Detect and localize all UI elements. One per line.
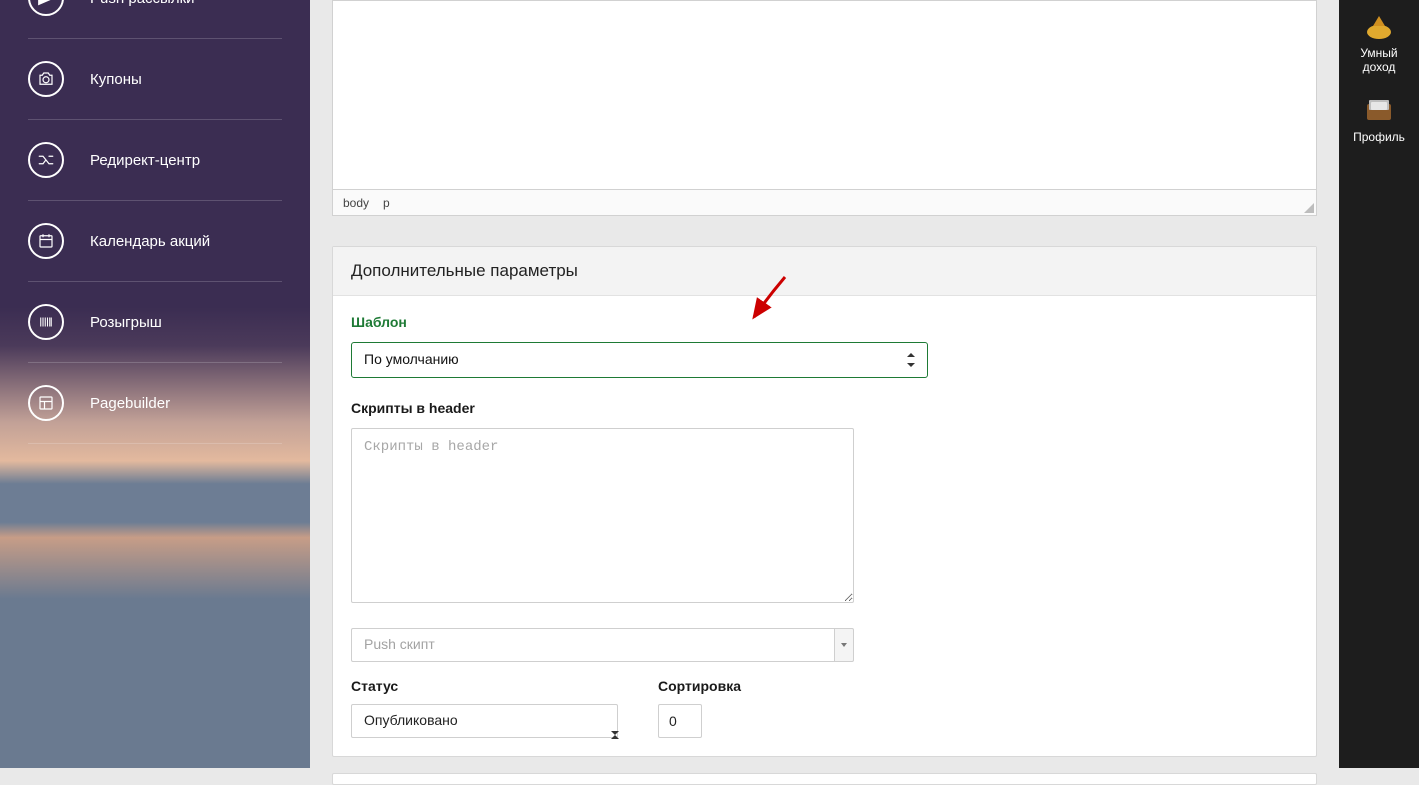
chevron-up-down-icon (905, 353, 917, 367)
sidebar-item-label: Редирект-центр (90, 152, 200, 169)
sidebar-item-coupons[interactable]: Купоны (28, 39, 282, 120)
money-bag-icon (1363, 14, 1395, 40)
sidebar-item-redirect[interactable]: Редирект-центр (28, 120, 282, 201)
panel-next (332, 773, 1317, 785)
sidebar-item-calendar[interactable]: Календарь акций (28, 201, 282, 282)
barcode-icon (28, 304, 64, 340)
push-script-value: Push скипт (351, 628, 834, 662)
wallet-icon (1363, 98, 1395, 124)
template-label: Шаблон (351, 314, 1298, 330)
profile-item-label: доход (1360, 60, 1397, 74)
scripts-header-textarea[interactable] (351, 428, 854, 603)
status-label: Статус (351, 678, 618, 694)
camera-icon (28, 61, 64, 97)
main-content: body p Дополнительные параметры Шаблон П… (310, 0, 1339, 768)
profile-sidebar: Умный доход Профиль (1339, 0, 1419, 768)
status-select[interactable]: Опубликовано (351, 704, 618, 738)
chevron-down-icon (834, 628, 854, 662)
sidebar-item-pagebuilder[interactable]: Pagebuilder (28, 363, 282, 444)
sidebar: Push рассылки Купоны Редирект-центр Кале… (0, 0, 310, 768)
paper-plane-icon (28, 0, 64, 16)
sidebar-item-label: Купоны (90, 71, 142, 88)
sidebar-item-label: Розыгрыш (90, 314, 162, 331)
shuffle-icon (28, 142, 64, 178)
profile-item-profile[interactable]: Профиль (1353, 98, 1405, 144)
status-select-value: Опубликовано (352, 705, 617, 735)
editor-resize-icon[interactable] (1304, 203, 1314, 213)
template-select[interactable]: По умолчанию (351, 342, 928, 378)
sidebar-item-push[interactable]: Push рассылки (28, 0, 282, 39)
layout-icon (28, 385, 64, 421)
editor-path-body[interactable]: body (343, 196, 369, 210)
sidebar-item-label: Pagebuilder (90, 395, 170, 412)
editor-path-p[interactable]: p (383, 196, 390, 210)
template-select-value: По умолчанию (352, 343, 927, 375)
profile-item-label: Профиль (1353, 130, 1405, 144)
sidebar-item-label: Календарь акций (90, 233, 210, 250)
scripts-header-label: Скрипты в header (351, 400, 1298, 416)
sidebar-item-label: Push рассылки (90, 0, 195, 7)
calendar-icon (28, 223, 64, 259)
sort-label: Сортировка (658, 678, 741, 694)
sidebar-item-raffle[interactable]: Розыгрыш (28, 282, 282, 363)
sort-input[interactable] (658, 704, 702, 738)
push-script-combobox[interactable]: Push скипт (351, 628, 854, 662)
editor-status-bar: body p (332, 190, 1317, 216)
panel-additional-params: Дополнительные параметры Шаблон По умолч… (332, 246, 1317, 757)
profile-item-income[interactable]: Умный доход (1360, 14, 1397, 74)
profile-item-label: Умный (1360, 46, 1397, 60)
panel-title: Дополнительные параметры (333, 247, 1316, 296)
editor-content-area[interactable] (332, 0, 1317, 190)
